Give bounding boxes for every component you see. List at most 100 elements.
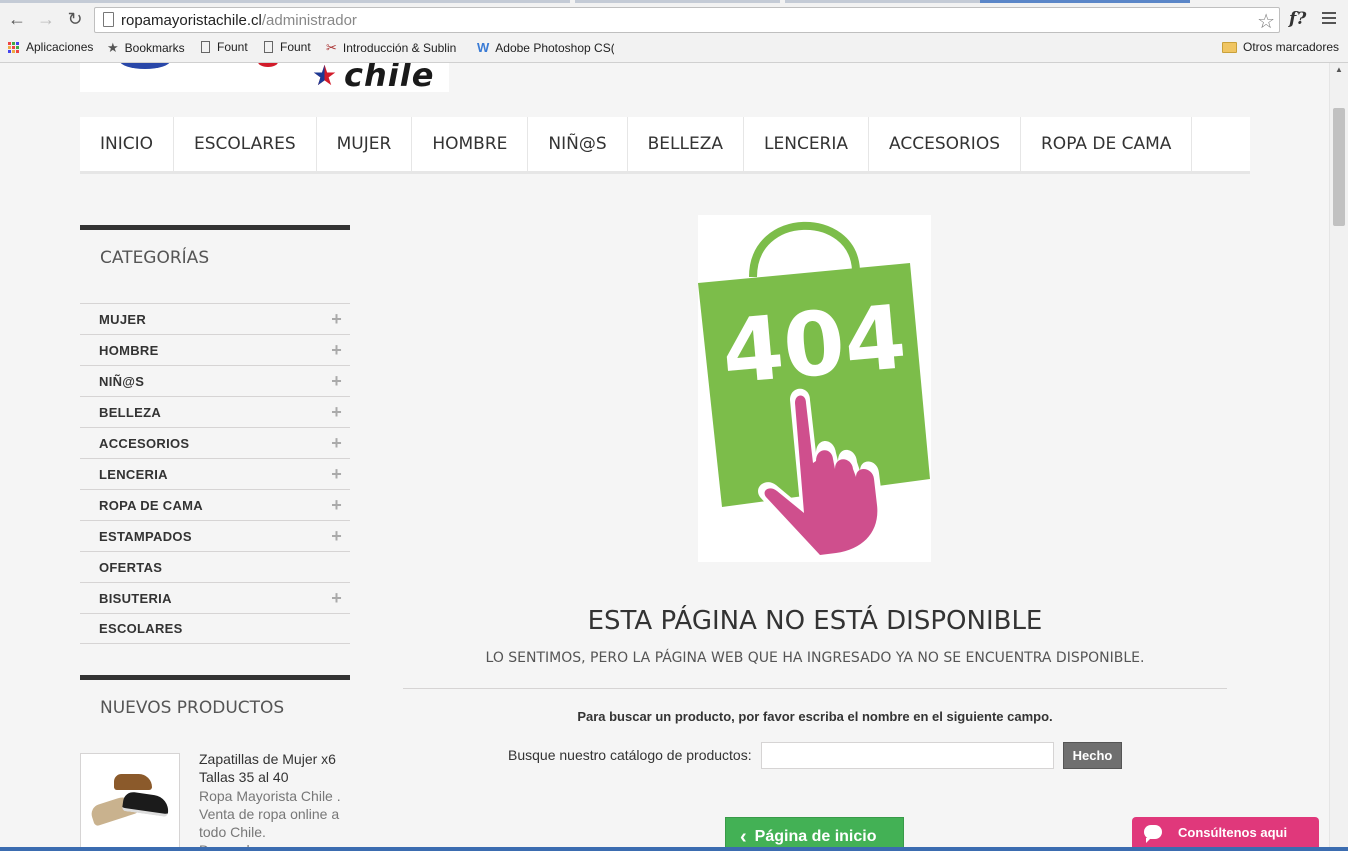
menu-item-inicio[interactable]: INICIO	[80, 117, 175, 171]
folder-icon	[1222, 41, 1237, 53]
product-thumbnail[interactable]	[80, 753, 180, 847]
category-label: OFERTAS	[99, 559, 163, 575]
logo-shape	[120, 63, 170, 69]
search-hint: Para buscar un producto, por favor escri…	[577, 709, 1053, 724]
catalog-search-input[interactable]	[761, 742, 1054, 769]
menu-item-hombre[interactable]: HOMBRE	[412, 117, 529, 171]
chevron-left-icon: ‹	[740, 825, 747, 848]
browser-chrome: ← → ↻ ropamayoristachile.cl/administrado…	[0, 0, 1348, 63]
home-button-label: Página de inicio	[754, 828, 877, 845]
category-item-lenceria[interactable]: LENCERIA +	[80, 458, 350, 489]
bookmark-label: Introducción & Sublin	[342, 41, 457, 55]
category-label: MUJER	[99, 311, 147, 327]
url-text: ropamayoristachile.cl/administrador	[121, 12, 357, 29]
page-content: ★ chile INICIO ESCOLARES MUJER HOMBRE NI…	[0, 63, 1329, 847]
bookmark-label: Adobe Photoshop CS(	[495, 40, 614, 55]
bookmark-photoshop[interactable]: W Adobe Photoshop CS(	[477, 40, 614, 55]
category-item-hombre[interactable]: HOMBRE +	[80, 334, 350, 365]
bookmark-label: Aplicaciones	[26, 40, 94, 54]
plus-icon[interactable]: +	[331, 434, 342, 452]
category-label: ESCOLARES	[99, 621, 183, 636]
bookmark-fount-1[interactable]: Fount	[201, 40, 248, 54]
divider	[403, 688, 1227, 689]
address-bar[interactable]: ropamayoristachile.cl/administrador ☆	[94, 7, 1280, 33]
menu-item-accesorios[interactable]: ACCESORIOS	[869, 117, 1021, 171]
document-icon	[264, 41, 273, 53]
scroll-up-arrow-icon[interactable]: ▲	[1335, 65, 1343, 74]
w-icon: W	[477, 40, 490, 55]
home-page-button[interactable]: ‹ Página de inicio	[725, 817, 904, 847]
bookmark-other[interactable]: Otros marcadores	[1222, 40, 1339, 54]
tab-edge[interactable]	[0, 0, 570, 3]
scissors-icon: ✂	[326, 40, 337, 55]
logo-star-icon: ★	[312, 63, 337, 90]
browser-menu-icon[interactable]	[1322, 12, 1336, 24]
bookmark-label: Fount	[280, 40, 311, 54]
category-item-mujer[interactable]: MUJER +	[80, 303, 350, 334]
plus-icon[interactable]: +	[331, 589, 342, 607]
site-logo[interactable]: ★ chile	[80, 63, 449, 92]
shoe-shape	[114, 774, 152, 790]
category-label: ROPA DE CAMA	[99, 497, 203, 513]
menu-item-escolares[interactable]: ESCOLARES	[174, 117, 317, 171]
category-item-ofertas[interactable]: OFERTAS	[80, 551, 350, 582]
category-item-ninos[interactable]: NIÑ@S +	[80, 365, 350, 396]
bookmark-star-icon[interactable]: ☆	[1257, 9, 1275, 34]
plus-icon[interactable]: +	[331, 341, 342, 359]
tab-edge[interactable]	[785, 0, 980, 3]
bookmark-bookmarks[interactable]: ★ Bookmarks	[107, 40, 185, 56]
bookmarks-bar: Aplicaciones ★ Bookmarks Fount Fount ✂ I…	[0, 37, 1348, 59]
back-icon[interactable]: ←	[6, 8, 28, 30]
plus-icon[interactable]: +	[331, 372, 342, 390]
tab-edge-active[interactable]	[980, 0, 1190, 3]
shopping-bag-404-icon: 404	[698, 221, 930, 562]
menu-item-ropa-de-cama[interactable]: ROPA DE CAMA	[1021, 117, 1193, 171]
page-icon	[103, 12, 114, 27]
plus-icon[interactable]: +	[331, 527, 342, 545]
menu-item-lenceria[interactable]: LENCERIA	[744, 117, 870, 171]
extension-icon[interactable]: f?	[1289, 9, 1306, 29]
main-menu: INICIO ESCOLARES MUJER HOMBRE NIÑ@S BELL…	[80, 117, 1250, 174]
search-submit-button[interactable]: Hecho	[1063, 742, 1122, 769]
category-item-accesorios[interactable]: ACCESORIOS +	[80, 427, 350, 458]
plus-icon[interactable]: +	[331, 465, 342, 483]
error-code: 404	[718, 285, 910, 404]
bookmark-apps[interactable]: Aplicaciones	[8, 40, 93, 54]
tab-edge[interactable]	[575, 0, 780, 3]
bookmark-introduccion[interactable]: ✂ Introducción & Sublin	[326, 40, 464, 56]
menu-item-mujer[interactable]: MUJER	[317, 117, 413, 171]
url-path: /administrador	[261, 12, 357, 29]
menu-item-belleza[interactable]: BELLEZA	[628, 117, 745, 171]
category-label: BELLEZA	[99, 404, 162, 420]
logo-text: chile	[344, 63, 435, 92]
chat-bubble-icon	[1144, 825, 1162, 843]
forward-icon[interactable]: →	[35, 8, 57, 30]
chat-label: Consúltenos aqui	[1178, 824, 1288, 840]
category-item-bisuteria[interactable]: BISUTERIA +	[80, 582, 350, 613]
category-item-ropa-de-cama[interactable]: ROPA DE CAMA +	[80, 489, 350, 520]
error-subtitle: LO SENTIMOS, PERO LA PÁGINA WEB QUE HA I…	[485, 650, 1145, 666]
category-label: BISUTERIA	[99, 590, 172, 606]
category-label: LENCERIA	[99, 466, 168, 482]
reload-icon[interactable]: ↻	[64, 8, 86, 30]
product-description: Ropa Mayorista Chile . Venta de ropa onl…	[199, 788, 341, 847]
category-label: HOMBRE	[99, 342, 159, 358]
plus-icon[interactable]: +	[331, 310, 342, 328]
category-item-escolares[interactable]: ESCOLARES	[80, 613, 350, 644]
plus-icon[interactable]: +	[331, 403, 342, 421]
menu-item-ninos[interactable]: NIÑ@S	[528, 117, 628, 171]
product-name-link[interactable]: Zapatillas de Mujer x6 Tallas 35 al 40	[199, 750, 349, 786]
bookmark-fount-2[interactable]: Fount	[264, 40, 311, 54]
document-icon	[201, 41, 210, 53]
bookmark-label: Fount	[217, 40, 248, 54]
error-title: ESTA PÁGINA NO ESTÁ DISPONIBLE	[587, 606, 1043, 636]
chat-widget-button[interactable]: Consúltenos aqui	[1132, 817, 1319, 847]
bookmark-label: Otros marcadores	[1243, 40, 1340, 54]
category-item-belleza[interactable]: BELLEZA +	[80, 396, 350, 427]
plus-icon[interactable]: +	[331, 496, 342, 514]
url-domain: ropamayoristachile.cl	[121, 12, 262, 29]
category-label: NIÑ@S	[99, 373, 145, 389]
category-item-estampados[interactable]: ESTAMPADOS +	[80, 520, 350, 551]
scrollbar-thumb[interactable]	[1333, 108, 1345, 226]
page-scrollbar[interactable]: ▲	[1329, 63, 1348, 851]
